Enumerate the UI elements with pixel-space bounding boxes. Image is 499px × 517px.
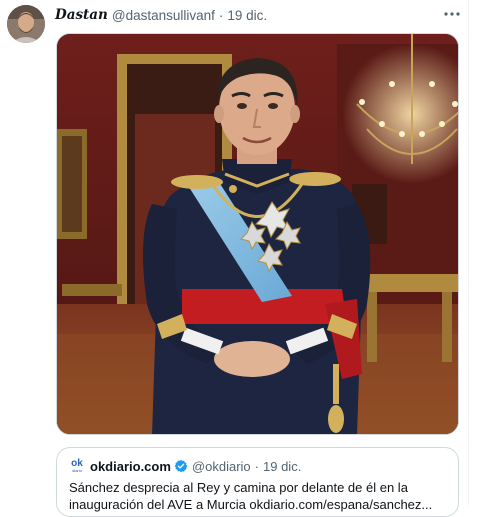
- display-name[interactable]: Dastan: [55, 7, 108, 23]
- quoted-tweet-card[interactable]: ok diario okdiario.com @okdiario · 19 di…: [56, 447, 459, 517]
- avatar[interactable]: [7, 5, 45, 43]
- separator-dot: ·: [254, 458, 259, 474]
- more-horizontal-icon[interactable]: [439, 4, 465, 24]
- quoted-tweet-date[interactable]: 19 dic.: [263, 459, 301, 474]
- tweet-date[interactable]: 19 dic.: [227, 8, 267, 23]
- quoted-tweet-header: ok diario okdiario.com @okdiario · 19 di…: [69, 458, 446, 474]
- okdiario-logo-icon[interactable]: ok diario: [69, 458, 85, 474]
- tweet-media-image[interactable]: [56, 33, 459, 435]
- quoted-tweet-text: Sánchez desprecia al Rey y camina por de…: [69, 480, 433, 512]
- user-handle[interactable]: @dastansullivanf: [112, 8, 215, 23]
- quoted-display-name[interactable]: okdiario.com: [90, 459, 171, 474]
- separator-dot: ·: [218, 7, 224, 23]
- timeline-border: [468, 0, 469, 505]
- tweet-header: Dastan @dastansullivanf · 19 dic.: [55, 6, 459, 24]
- verified-badge-icon: [174, 459, 188, 473]
- quoted-user-handle[interactable]: @okdiario: [192, 459, 251, 474]
